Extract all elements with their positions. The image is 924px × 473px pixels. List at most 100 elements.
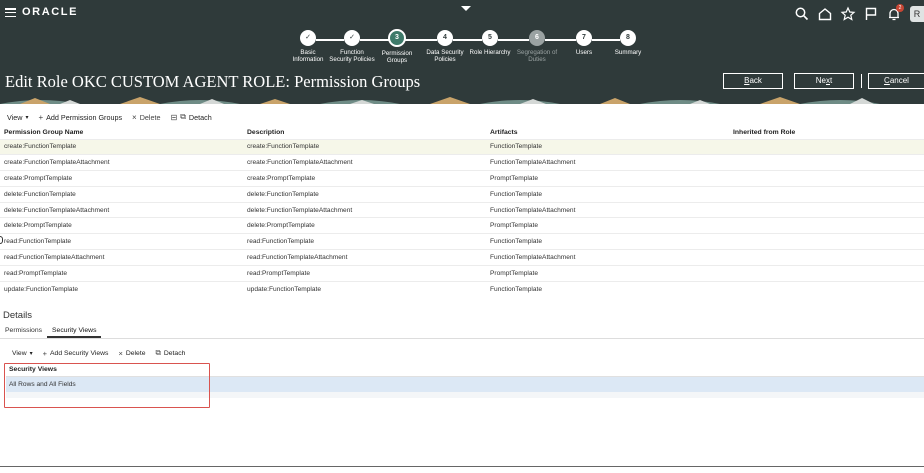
- column-header[interactable]: Artifacts: [486, 126, 729, 139]
- view-menu[interactable]: View ▾: [12, 350, 33, 357]
- cancel-button[interactable]: Cancel: [868, 73, 924, 89]
- menu-icon[interactable]: [5, 8, 16, 18]
- flag-icon[interactable]: [863, 6, 879, 22]
- permission-groups-toolbar: View ▾ + Add Permission Groups × Delete ⊟ ⧉ D…: [7, 111, 222, 123]
- table-cell: PromptTemplate: [486, 170, 729, 187]
- table-cell: [729, 185, 924, 203]
- table-cell: [729, 233, 924, 250]
- step-number: 4: [437, 30, 453, 46]
- table-cell: [729, 154, 924, 171]
- star-icon[interactable]: [840, 6, 856, 22]
- decorative-banner: [0, 96, 924, 104]
- close-icon: ×: [132, 112, 137, 122]
- view-menu[interactable]: View ▾: [7, 113, 28, 122]
- detach-button[interactable]: ⧉ Detach: [156, 348, 186, 358]
- train-stop-label: Summary: [598, 49, 658, 56]
- table-cell: FunctionTemplate: [486, 233, 729, 250]
- add-permission-groups-button[interactable]: + Add Permission Groups: [38, 113, 122, 122]
- delete-button[interactable]: × Delete: [118, 349, 145, 358]
- table-row[interactable]: create:FunctionTemplateAttachment create:…: [0, 154, 924, 171]
- train-stop-label-line: Summary: [614, 49, 642, 56]
- train-stop[interactable]: 8 Summary: [598, 30, 658, 56]
- table-cell: [729, 264, 924, 282]
- step-number: 8: [620, 30, 636, 46]
- details-title: Details: [3, 310, 33, 321]
- train-stop-label-line: Policies: [434, 56, 456, 63]
- page-actions: Back Next Cancel: [723, 73, 924, 89]
- plus-icon: +: [38, 112, 44, 122]
- table-cell: create:PromptTemplate: [243, 170, 486, 187]
- column-header[interactable]: Permission Group Name: [0, 126, 243, 139]
- security-views-toolbar: View ▾ + Add Security Views × Delete ⧉ Detac…: [12, 347, 195, 359]
- details-tabs: Permissions Security Views: [0, 325, 924, 339]
- table-row[interactable]: delete:FunctionTemplateAttachment delete:…: [0, 201, 924, 218]
- table-row[interactable]: read:FunctionTemplateAttachment read:Func…: [0, 249, 924, 266]
- delete-button[interactable]: × Delete: [132, 113, 160, 122]
- table-row[interactable]: read:PromptTemplate read:PromptTemplate Pr…: [0, 264, 924, 282]
- close-icon: ×: [118, 348, 123, 358]
- avatar[interactable]: R: [910, 6, 924, 22]
- table-cell: [729, 170, 924, 187]
- home-icon[interactable]: [817, 6, 833, 22]
- button-separator: [861, 74, 862, 88]
- permission-groups-table: Permission Group Name Description Artifa…: [0, 126, 924, 297]
- global-icons: 2 R: [787, 4, 924, 23]
- page-title: Edit Role OKC CUSTOM AGENT ROLE: Permiss…: [5, 72, 421, 91]
- table-cell: FunctionTemplate: [486, 138, 729, 155]
- column-header[interactable]: Description: [243, 126, 486, 139]
- notification-badge: 2: [896, 4, 904, 12]
- table-cell: [729, 249, 924, 266]
- tab-permissions[interactable]: Permissions: [0, 325, 47, 338]
- table-cell: read:FunctionTemplate: [0, 233, 243, 250]
- table-cell: read:FunctionTemplate: [243, 233, 486, 250]
- table-cell: create:PromptTemplate: [0, 170, 243, 187]
- table-cell: delete:PromptTemplate: [0, 217, 243, 234]
- table-cell: FunctionTemplate: [486, 280, 729, 297]
- table-cell: read:FunctionTemplateAttachment: [243, 249, 486, 266]
- column-header[interactable]: Inherited from Role: [729, 126, 924, 139]
- plus-icon: +: [42, 348, 48, 358]
- table-cell: delete:FunctionTemplate: [0, 185, 243, 203]
- table-cell: FunctionTemplateAttachment: [486, 154, 729, 171]
- table-cell: create:FunctionTemplate: [0, 138, 243, 155]
- detach-button[interactable]: ⊟ ⧉ Detach: [171, 112, 212, 122]
- table-cell: PromptTemplate: [486, 217, 729, 234]
- table-row[interactable]: create:FunctionTemplate create:FunctionTe…: [0, 138, 924, 155]
- table-row[interactable]: create:PromptTemplate create:PromptTempla…: [0, 170, 924, 187]
- table-cell: create:FunctionTemplate: [243, 138, 486, 155]
- highlight-box: [4, 363, 210, 408]
- table-cell: [729, 138, 924, 155]
- search-icon[interactable]: [794, 6, 810, 22]
- table-row[interactable]: update:FunctionTemplate update:FunctionTe…: [0, 280, 924, 297]
- table-row[interactable]: read:FunctionTemplate read:FunctionTempla…: [0, 233, 924, 250]
- global-header: ORACLE 2 R: [0, 0, 924, 26]
- back-button[interactable]: Back: [723, 73, 783, 89]
- bell-icon[interactable]: 2: [886, 4, 904, 22]
- step-number: 3: [388, 29, 406, 47]
- table-cell: PromptTemplate: [486, 264, 729, 282]
- train-stop-label-line: Duties: [528, 56, 546, 63]
- table-row[interactable]: delete:FunctionTemplate delete:FunctionTe…: [0, 185, 924, 203]
- detach-icon: ⧉: [180, 112, 186, 121]
- tab-security-views[interactable]: Security Views: [47, 325, 102, 338]
- table-cell: read:PromptTemplate: [0, 264, 243, 282]
- table-cell: create:FunctionTemplateAttachment: [0, 154, 243, 171]
- oracle-logo[interactable]: ORACLE: [22, 6, 78, 18]
- table-cell: read:FunctionTemplateAttachment: [0, 249, 243, 266]
- checkmark-icon: ✓: [344, 30, 360, 46]
- freeze-icon: ⊟: [170, 112, 178, 122]
- detach-icon: ⧉: [155, 348, 161, 357]
- add-security-views-button[interactable]: + Add Security Views: [43, 349, 109, 358]
- table-cell: FunctionTemplateAttachment: [486, 249, 729, 266]
- collapse-handle-icon[interactable]: [461, 6, 471, 11]
- table-cell: delete:FunctionTemplateAttachment: [0, 201, 243, 218]
- step-number: 5: [482, 30, 498, 46]
- table-cell: update:FunctionTemplate: [243, 280, 486, 297]
- train-navigator: ✓ Basic Information ✓ Function Security Polic…: [286, 29, 658, 64]
- page-bottom-border: [0, 466, 924, 467]
- next-button[interactable]: Next: [794, 73, 854, 89]
- page-header: ORACLE 2 R ✓ Basic Information ✓ Function Sec…: [0, 0, 924, 104]
- table-row[interactable]: delete:PromptTemplate delete:PromptTempla…: [0, 217, 924, 234]
- table-cell: FunctionTemplateAttachment: [486, 201, 729, 218]
- table-cell: FunctionTemplate: [486, 185, 729, 203]
